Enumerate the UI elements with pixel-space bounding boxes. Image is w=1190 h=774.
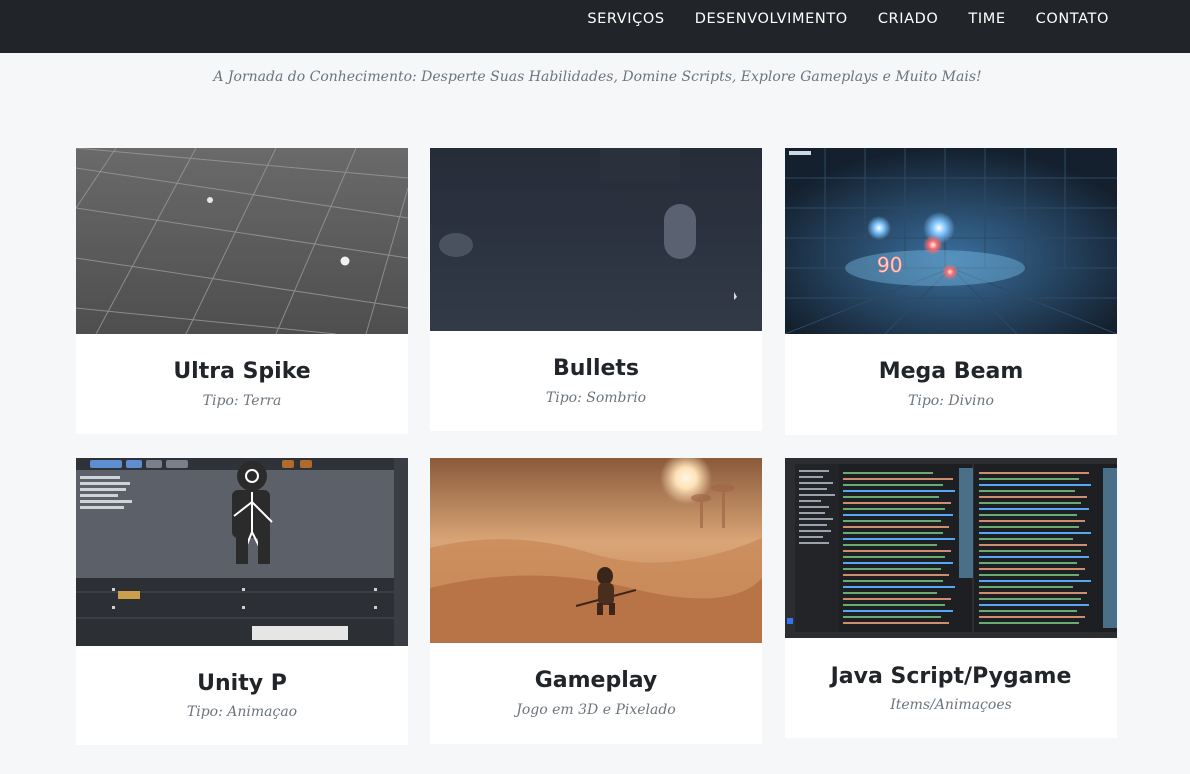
portfolio-thumbnail-bullets[interactable] (430, 148, 762, 331)
nav-link-servicos[interactable]: SERVIÇOS (587, 10, 664, 28)
nav-link-criado[interactable]: CRIADO (878, 10, 939, 28)
section-subheading: A Jornada do Conhecimento: Desperte Suas… (213, 69, 982, 85)
card-title: Unity P (197, 671, 287, 696)
portfolio-card-gameplay[interactable]: Gameplay Jogo em 3D e Pixelado (430, 458, 762, 744)
nav-link-time[interactable]: TIME (968, 10, 1005, 28)
card-subtitle: Tipo: Divino (908, 393, 994, 409)
card-subtitle: Items/Animaçoes (890, 697, 1012, 713)
nav-link-contato[interactable]: CONTATO (1036, 10, 1109, 28)
card-title: Ultra Spike (173, 359, 311, 384)
card-subtitle: Jogo em 3D e Pixelado (516, 702, 676, 718)
portfolio-thumbnail-mega-beam[interactable]: 90 (785, 148, 1117, 334)
card-subtitle: Tipo: Sombrio (545, 390, 647, 406)
portfolio-card-mega-beam[interactable]: 90 Mega Beam Tipo: Divino (785, 148, 1117, 435)
portfolio-thumbnail-java-script-pygame[interactable] (785, 458, 1117, 638)
card-title: Mega Beam (878, 359, 1024, 384)
portfolio-card-java-script-pygame[interactable]: Java Script/Pygame Items/Animaçoes (785, 458, 1117, 738)
card-title: Java Script/Pygame (830, 664, 1072, 689)
portfolio-thumbnail-gameplay[interactable] (430, 458, 762, 643)
nav-link-desenvolvimento[interactable]: DESENVOLVIMENTO (695, 10, 848, 28)
svg-text:90: 90 (877, 253, 902, 277)
nav-menu: SERVIÇOS DESENVOLVIMENTO CRIADO TIME CON… (587, 10, 1109, 28)
portfolio-card-bullets[interactable]: Bullets Tipo: Sombrio (430, 148, 762, 431)
card-title: Gameplay (534, 668, 658, 693)
card-subtitle: Tipo: Terra (202, 393, 282, 409)
portfolio-card-unity-p[interactable]: Unity P Tipo: Animaçao (76, 458, 408, 745)
portfolio-thumbnail-ultra-spike[interactable] (76, 148, 408, 334)
portfolio-thumbnail-unity-p[interactable] (76, 458, 408, 646)
card-title: Bullets (552, 356, 640, 381)
top-navbar: SERVIÇOS DESENVOLVIMENTO CRIADO TIME CON… (0, 0, 1190, 53)
portfolio-card-ultra-spike[interactable]: Ultra Spike Tipo: Terra (76, 148, 408, 434)
card-subtitle: Tipo: Animaçao (186, 704, 298, 720)
